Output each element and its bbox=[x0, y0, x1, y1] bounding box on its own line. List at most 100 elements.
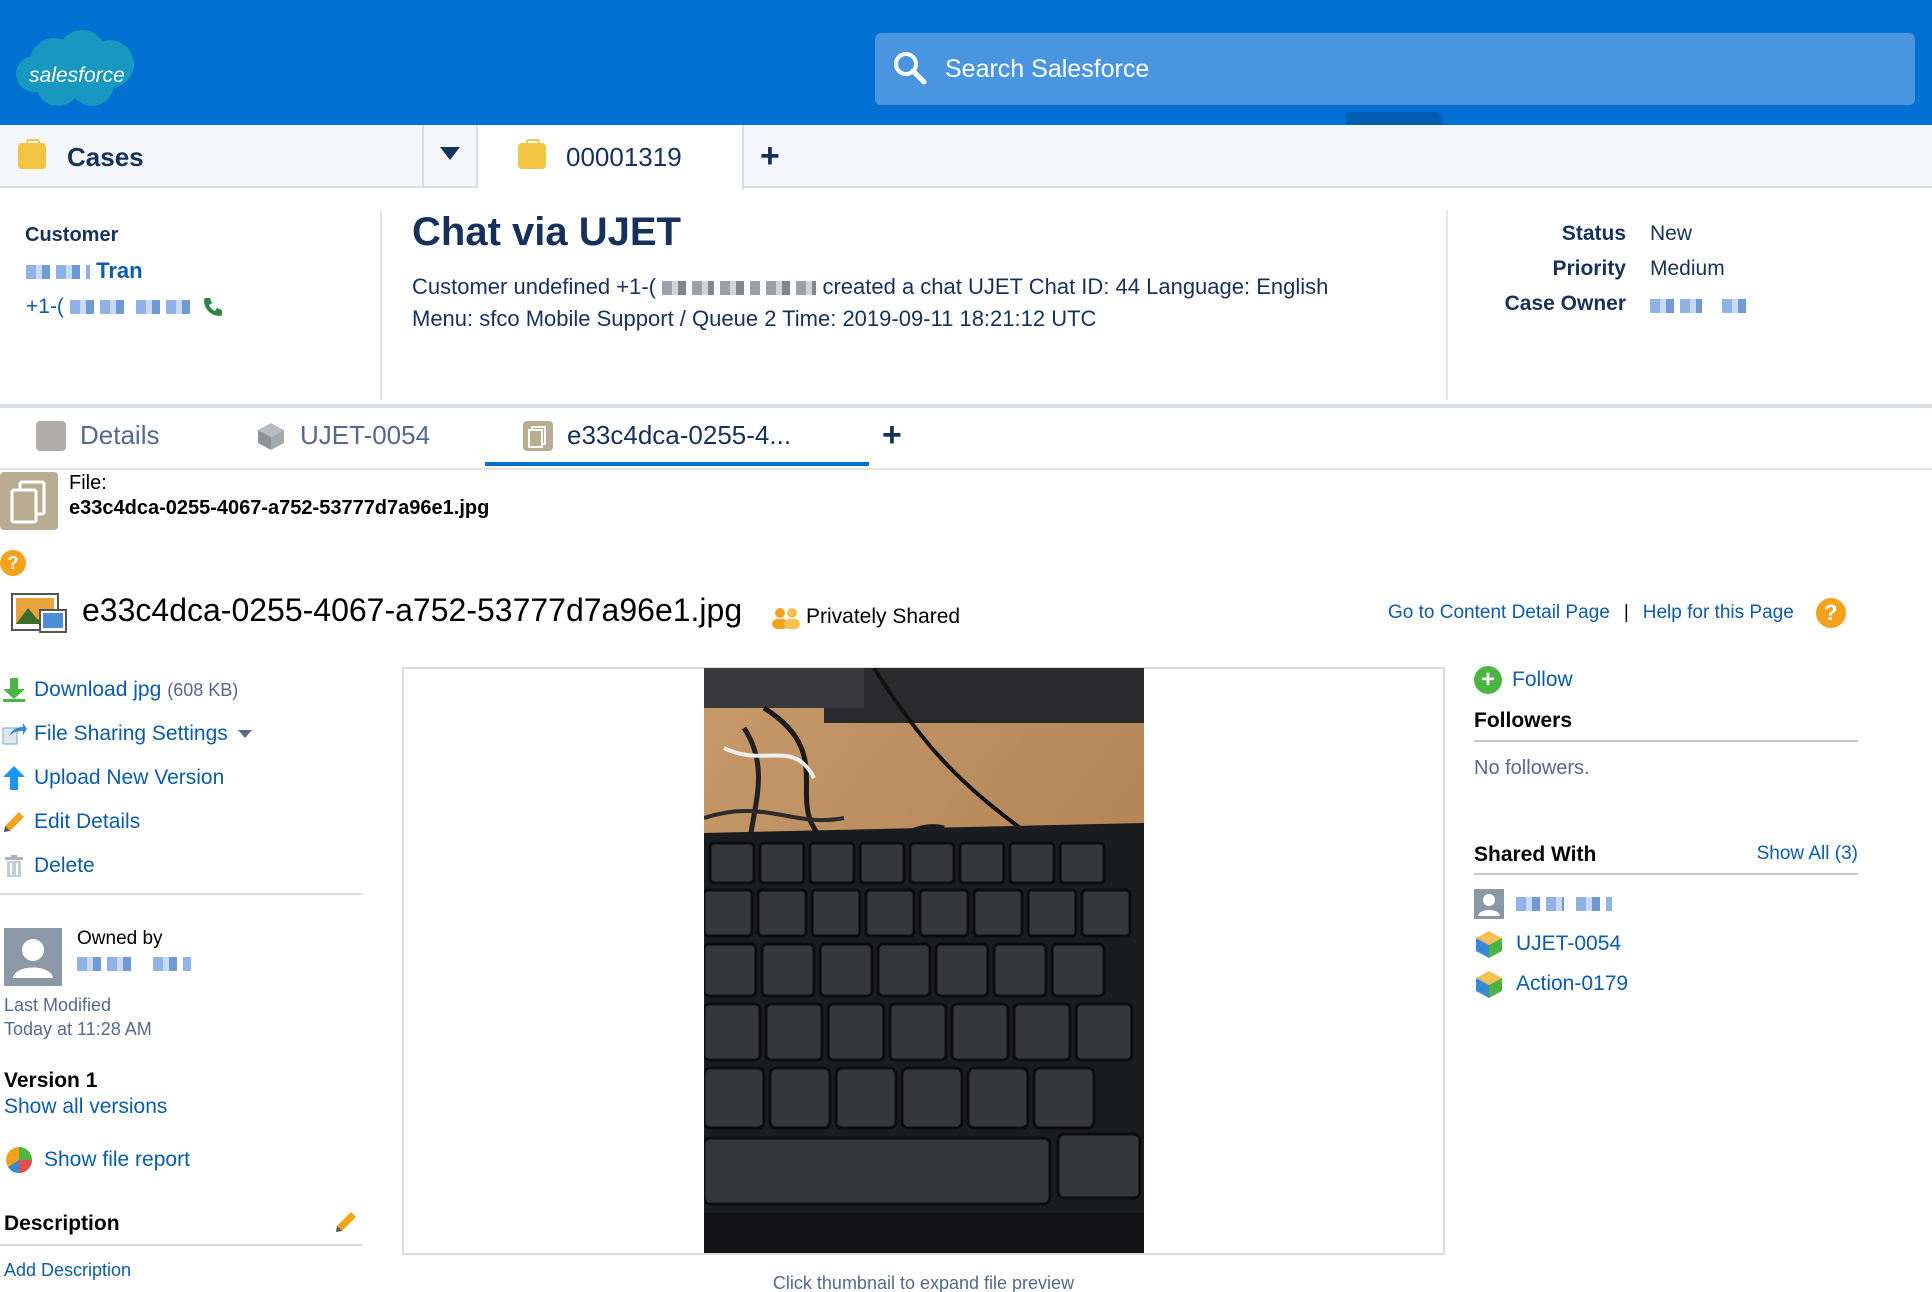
followers-heading: Followers bbox=[1474, 709, 1573, 732]
priority-label: Priority bbox=[1552, 257, 1626, 280]
show-all-versions-link[interactable]: Show all versions bbox=[4, 1095, 167, 1119]
no-followers-text: No followers. bbox=[1474, 757, 1590, 779]
upload-arrow-icon bbox=[0, 764, 28, 792]
show-all-link[interactable]: Show All (3) bbox=[1754, 843, 1858, 865]
record-subtab-bar: Details UJET-0054 e33c4dca-0255-4... + bbox=[0, 408, 1932, 470]
file-sharing-settings-action[interactable]: File Sharing Settings bbox=[0, 712, 365, 756]
preview-caption: Click thumbnail to expand file preview bbox=[772, 1273, 1075, 1292]
divider bbox=[0, 1244, 362, 1246]
subtab-details[interactable]: Details bbox=[36, 420, 159, 451]
utility-bar-handle[interactable] bbox=[1346, 112, 1442, 125]
share-icon bbox=[0, 720, 28, 748]
redacted-text bbox=[135, 300, 196, 314]
divider bbox=[1474, 873, 1858, 875]
search-icon bbox=[894, 52, 927, 85]
redacted-text bbox=[1576, 897, 1612, 911]
customer-phone-link[interactable]: +1-( bbox=[26, 295, 224, 319]
tab-cases[interactable]: Cases bbox=[0, 125, 424, 188]
last-modified-value: Today at 11:28 AM bbox=[4, 1019, 152, 1039]
record-description-line2: Menu: sfco Mobile Support / Queue 2 Time… bbox=[412, 306, 1097, 331]
search-placeholder: Search Salesforce bbox=[945, 55, 1150, 83]
download-action[interactable]: Download jpg (608 KB) bbox=[0, 668, 365, 712]
redacted-text bbox=[153, 956, 192, 971]
help-icon[interactable]: ? bbox=[1815, 598, 1846, 628]
case-owner-label: Case Owner bbox=[1504, 292, 1626, 315]
global-search[interactable]: Search Salesforce bbox=[875, 33, 1915, 105]
file-icon bbox=[523, 420, 553, 451]
subtab-ujet-label: UJET-0054 bbox=[300, 420, 431, 450]
add-description-link[interactable]: Add Description bbox=[4, 1260, 131, 1281]
download-arrow-icon bbox=[0, 676, 28, 704]
redacted-text bbox=[1516, 897, 1564, 911]
record-highlights: Customer Tran +1-( Chat via UJET Custome… bbox=[0, 190, 1932, 408]
active-tab-indicator bbox=[485, 462, 869, 466]
desc-text-a: Customer undefined +1-( bbox=[412, 274, 656, 299]
upload-new-version-action[interactable]: Upload New Version bbox=[0, 756, 365, 800]
file-page-links: Go to Content Detail Page | Help for thi… bbox=[1388, 598, 1846, 628]
add-tab-plus-icon[interactable]: + bbox=[760, 139, 780, 173]
chevron-down-icon bbox=[440, 147, 460, 160]
redacted-text bbox=[720, 281, 761, 296]
redacted-text bbox=[26, 265, 90, 280]
file-header-icon bbox=[0, 472, 58, 530]
customer-name-text: Tran bbox=[96, 258, 143, 283]
show-file-report-link[interactable]: Show file report bbox=[4, 1145, 190, 1175]
phone-icon[interactable] bbox=[202, 296, 224, 318]
version-label: Version 1 bbox=[4, 1069, 98, 1092]
shared-with-item[interactable]: Action-0179 bbox=[1474, 969, 1628, 999]
link-separator: | bbox=[1623, 602, 1629, 623]
avatar[interactable] bbox=[4, 928, 62, 986]
help-page-link[interactable]: Help for this Page bbox=[1643, 602, 1794, 624]
divider bbox=[1474, 740, 1858, 742]
tab-cases-label: Cases bbox=[67, 142, 144, 172]
shared-with-heading: Shared With bbox=[1474, 843, 1597, 866]
show-file-report-label: Show file report bbox=[44, 1148, 190, 1171]
salesforce-logo[interactable]: salesforce bbox=[14, 24, 140, 114]
cube-icon bbox=[258, 422, 284, 450]
edit-details-action[interactable]: Edit Details bbox=[0, 800, 365, 844]
subtab-ujet[interactable]: UJET-0054 bbox=[256, 420, 430, 451]
shared-item-label: UJET-0054 bbox=[1516, 932, 1622, 955]
delete-action[interactable]: Delete bbox=[0, 844, 365, 888]
chevron-down-icon[interactable] bbox=[237, 730, 252, 738]
tab-case-record-label: 00001319 bbox=[566, 142, 682, 172]
nav-menu-dropdown[interactable] bbox=[424, 125, 478, 188]
logo-text: salesforce bbox=[29, 64, 125, 87]
subtab-details-label: Details bbox=[80, 420, 160, 450]
plus-icon: + bbox=[1474, 666, 1502, 694]
pencil-icon bbox=[0, 808, 28, 836]
trash-icon bbox=[0, 852, 28, 880]
customer-name-link[interactable]: Tran bbox=[26, 258, 143, 284]
follow-button[interactable]: + Follow bbox=[1474, 666, 1573, 694]
redacted-text bbox=[662, 281, 715, 296]
shared-with-user[interactable] bbox=[1474, 889, 1612, 919]
pencil-icon[interactable] bbox=[334, 1210, 358, 1234]
tab-case-record[interactable]: 00001319 bbox=[478, 125, 744, 190]
redacted-text bbox=[1721, 299, 1752, 314]
file-actions: Download jpg (608 KB) File Sharing Setti… bbox=[0, 668, 365, 888]
content-detail-link[interactable]: Go to Content Detail Page bbox=[1388, 602, 1610, 624]
shared-with-item[interactable]: UJET-0054 bbox=[1474, 929, 1621, 959]
redacted-text bbox=[77, 956, 135, 971]
add-subtab-plus-icon[interactable]: + bbox=[882, 416, 902, 455]
description-heading: Description bbox=[4, 1212, 120, 1235]
image-file-icon bbox=[11, 593, 67, 633]
owner-name-link[interactable] bbox=[77, 955, 192, 973]
redacted-text bbox=[766, 281, 817, 296]
case-owner-link[interactable] bbox=[1650, 294, 1752, 318]
owned-by-label: Owned by bbox=[77, 928, 163, 949]
edit-details-label: Edit Details bbox=[34, 810, 141, 833]
redacted-text bbox=[1650, 299, 1702, 314]
file-header-label: File: bbox=[69, 472, 107, 494]
case-icon bbox=[18, 139, 46, 169]
last-modified-label: Last Modified bbox=[4, 995, 112, 1015]
help-icon[interactable]: ? bbox=[0, 550, 26, 576]
case-icon bbox=[518, 139, 546, 169]
file-thumbnail-image[interactable] bbox=[704, 668, 1144, 1253]
customer-label: Customer bbox=[25, 224, 119, 246]
chart-pie-icon bbox=[6, 1147, 32, 1174]
subtab-file[interactable]: e33c4dca-0255-4... bbox=[523, 420, 791, 451]
file-header-name: e33c4dca-0255-4067-a752-53777d7a96e1.jpg bbox=[69, 497, 490, 519]
status-value: New bbox=[1650, 222, 1693, 245]
customer-phone-prefix: +1-( bbox=[26, 295, 64, 318]
